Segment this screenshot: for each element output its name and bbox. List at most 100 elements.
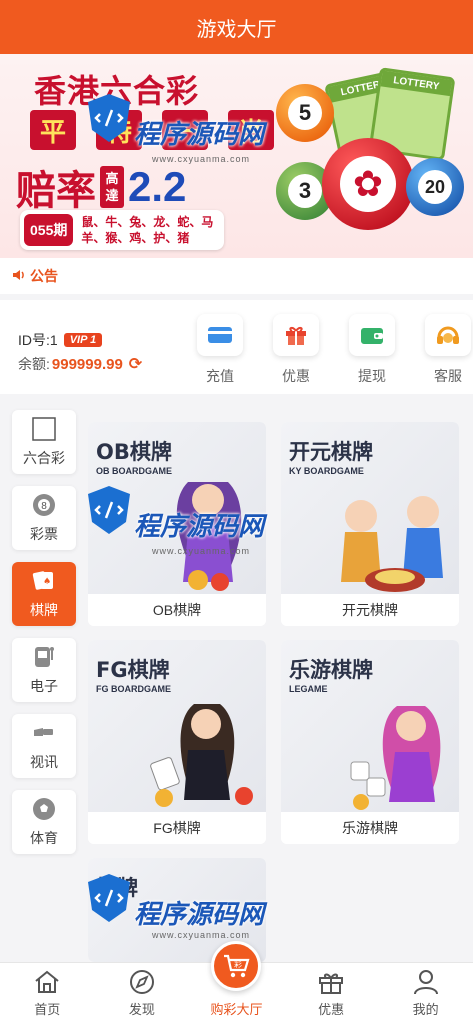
game-card-title: 棋牌 [96, 876, 138, 900]
banner-char: 平 [30, 110, 76, 150]
tab-discover[interactable]: 发现 [95, 963, 190, 1024]
game-card-fg[interactable]: FG棋牌 FG BOARDGAME FG棋牌 [88, 640, 266, 844]
banner-chars: 平 特 一 肖 [30, 110, 274, 150]
lottery-illustration: LOTTERY LOTTERY 5 3 ✿ 20 [256, 54, 473, 258]
game-card-image: 乐游棋牌 LEGAME [281, 640, 459, 812]
action-withdraw[interactable]: 提现 [334, 314, 410, 386]
category-sports[interactable]: 体育 [12, 790, 76, 854]
action-label: 客服 [434, 368, 462, 384]
notice-bar[interactable]: 公告 [0, 258, 473, 294]
tab-home[interactable]: 首页 [0, 963, 95, 1024]
game-card-ob[interactable]: OB棋牌 OB BOARDGAME OB棋牌 [88, 422, 266, 626]
refresh-icon[interactable]: ⟳ [129, 354, 142, 374]
speaker-icon [12, 269, 26, 284]
square-icon [32, 417, 56, 441]
tab-label: 发现 [128, 1002, 155, 1017]
game-card-legame[interactable]: 乐游棋牌 LEGAME 乐游棋牌 [281, 640, 459, 844]
ball-number: 5 [288, 96, 322, 130]
tab-lottery-hall[interactable]: 彩 购彩大厅 [189, 941, 284, 1024]
action-deposit[interactable]: 充值 [182, 314, 258, 386]
balance-row: 余额: 999999.99 ⟳ [18, 354, 142, 374]
action-label: 充值 [206, 368, 234, 384]
category-label: 六合彩 [23, 450, 65, 466]
game-card-image: 开元棋牌 KY BOARDGAME [281, 422, 459, 594]
ball-number: 3 [288, 174, 322, 208]
category-sidebar: 六合彩 8 彩票 ♠ 棋牌 电子 视讯 体育 [12, 410, 76, 866]
category-chess[interactable]: ♠ 棋牌 [12, 562, 76, 626]
lottery-hall-icon: 彩 [211, 941, 262, 991]
banner-char: 一 [162, 110, 208, 150]
bauhinia-icon: ✿ [340, 156, 396, 212]
tab-label: 优惠 [318, 1002, 345, 1017]
page-title: 游戏大厅 [196, 16, 277, 41]
character-illustration [350, 706, 441, 810]
issue-tag: 055期 [24, 214, 74, 246]
odds-value: 2.2 [128, 163, 187, 210]
game-card-name: 开元棋牌 [281, 594, 459, 626]
game-card-title: FG棋牌 [96, 658, 170, 682]
tab-label: 购彩大厅 [210, 1002, 263, 1017]
tab-profile[interactable]: 我的 [378, 963, 473, 1024]
category-slots[interactable]: 电子 [12, 638, 76, 702]
game-card-subtitle: LEGAME [289, 684, 328, 694]
home-icon [35, 970, 59, 993]
category-live[interactable]: 视讯 [12, 714, 76, 778]
game-card-image: FG棋牌 FG BOARDGAME [88, 640, 266, 812]
compass-icon [129, 970, 154, 994]
tab-label: 首页 [34, 1002, 61, 1017]
game-card-subtitle: KY BOARDGAME [289, 466, 364, 476]
svg-text:♠: ♠ [43, 577, 51, 587]
category-lottery-hk[interactable]: 六合彩 [12, 410, 76, 474]
category-label: 视讯 [30, 754, 58, 770]
category-label: 棋牌 [30, 602, 58, 618]
action-label: 提现 [358, 368, 386, 384]
wallet-icon [349, 314, 395, 356]
slot-machine-icon [35, 647, 54, 667]
game-card-ky[interactable]: 开元棋牌 KY BOARDGAME 开元棋牌 [281, 422, 459, 626]
zodiac-row: 羊、猴、鸡、护、猪 [81, 231, 190, 245]
category-label: 彩票 [30, 526, 58, 542]
account-panel: ID号:1 VIP 1 余额: 999999.99 ⟳ 充值 优惠 提现 客服 [0, 300, 473, 394]
ticket-label: LOTTERY [380, 70, 453, 97]
card-icon [197, 314, 243, 356]
notice-label: 公告 [30, 269, 58, 285]
category-lottery[interactable]: 8 彩票 [12, 486, 76, 550]
tab-promotions[interactable]: 优惠 [284, 963, 379, 1024]
quick-actions: 充值 优惠 提现 客服 [182, 314, 473, 386]
svg-text:8: 8 [41, 501, 47, 512]
category-label: 电子 [30, 678, 58, 694]
fab-label: 彩 [234, 959, 242, 969]
banner-char: 特 [96, 110, 142, 150]
action-support[interactable]: 客服 [410, 314, 473, 386]
action-label: 优惠 [282, 368, 310, 384]
game-card-name: OB棋牌 [88, 594, 266, 626]
vip-badge: VIP 1 [63, 333, 103, 347]
soccer-ball-icon [33, 798, 55, 820]
tab-label: 我的 [412, 1002, 439, 1017]
game-card-title: 开元棋牌 [289, 440, 373, 464]
issue-box: 055期 鼠、牛、兔、龙、蛇、马 羊、猴、鸡、护、猪 [20, 210, 224, 250]
account-id: ID号:1 [18, 332, 58, 348]
ball-20: 20 [406, 158, 464, 216]
gift-icon [319, 973, 344, 994]
character-illustration [176, 482, 242, 591]
character-illustration [150, 704, 253, 807]
category-label: 体育 [30, 830, 58, 846]
ball-5: 5 [276, 84, 334, 142]
action-promo[interactable]: 优惠 [258, 314, 334, 386]
user-icon [413, 970, 438, 995]
character-illustration [341, 496, 443, 592]
odds-label: 赔率 [16, 168, 96, 214]
game-card-name: 乐游棋牌 [281, 812, 459, 844]
zodiac-row: 鼠、牛、兔、龙、蛇、马 [81, 215, 214, 229]
bottom-tab-bar: 首页 发现 彩 购彩大厅 优惠 我的 [0, 941, 473, 1024]
hk-flag-ball: ✿ [322, 138, 414, 230]
camera-icon [34, 728, 53, 736]
banner-odds: 赔率 高達 2.2 [16, 158, 186, 216]
high-label: 高達 [100, 166, 124, 208]
lottery-ball-icon: 8 [33, 494, 55, 516]
game-card-title: 乐游棋牌 [289, 658, 373, 682]
banner-headline: 香港六合彩 [34, 72, 200, 110]
promo-banner[interactable]: 香港六合彩 平 特 一 肖 赔率 高達 2.2 055期 鼠、牛、兔、龙、蛇、马… [0, 54, 473, 258]
balance-value: 999999.99 [51, 355, 123, 373]
